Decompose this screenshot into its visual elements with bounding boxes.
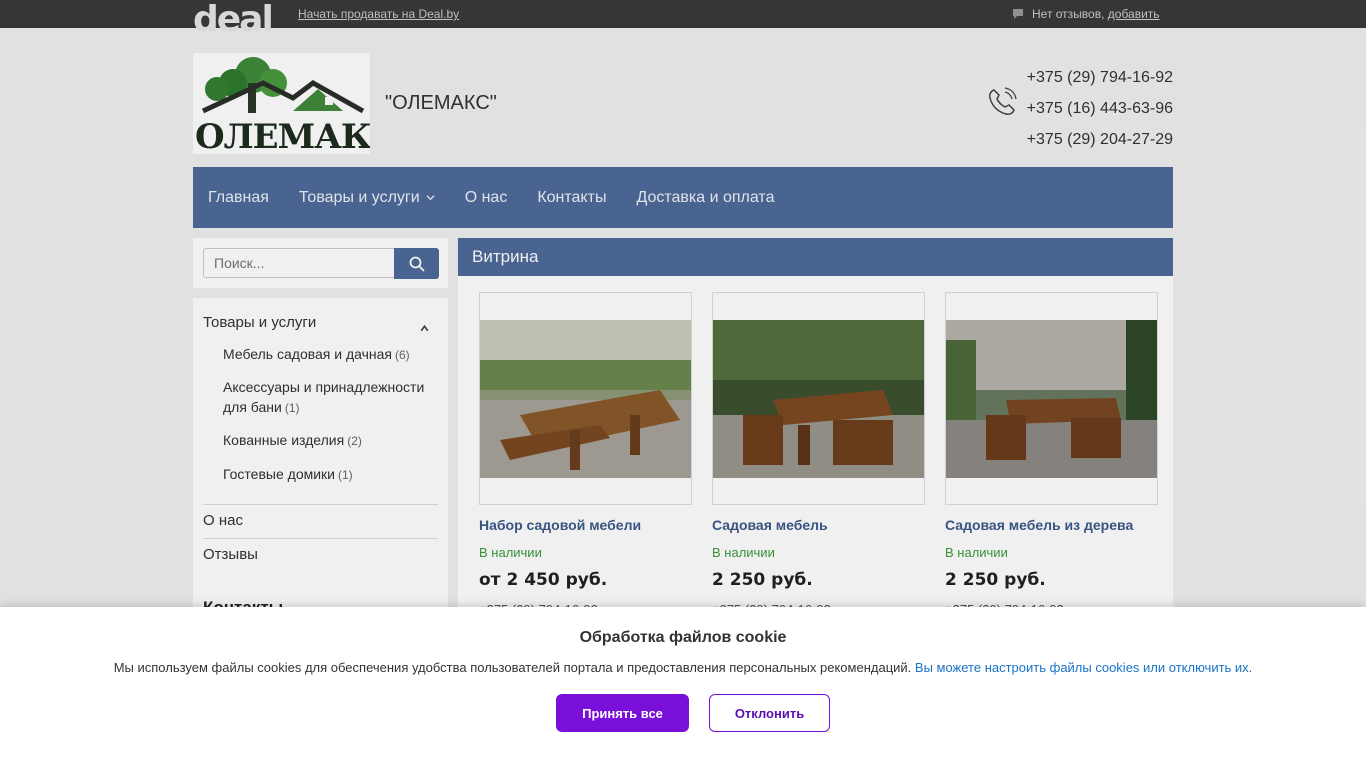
nav-item-delivery[interactable]: Доставка и оплата [621,167,789,228]
search-icon [409,256,425,272]
showcase-title: Витрина [458,238,1173,276]
sidebar-subitem-guest-houses[interactable]: Гостевые домики (1) [223,464,433,485]
review-icon [1013,9,1023,19]
product-card[interactable]: Садовая мебель В наличии 2 250 руб. +375… [712,292,925,617]
divider [203,504,438,505]
phone-list: +375 (29) 794-16-92 +375 (16) 443-63-96 … [1027,62,1173,155]
product-image[interactable] [712,292,925,505]
stock-status: В наличии [712,545,775,560]
search-input[interactable] [203,248,395,278]
logo-text: ОЛЕМАКС [195,117,370,154]
cookie-settings-link[interactable]: Вы можете настроить файлы cookies или от… [915,660,1252,675]
product-photo [713,320,924,478]
company-logo[interactable]: ОЛЕМАКС [193,53,370,154]
cookie-banner: Обработка файлов cookie Мы используем фа… [0,607,1366,768]
phone-number[interactable]: +375 (29) 204-27-29 [1027,124,1173,155]
sidebar-subitem-garden-furniture[interactable]: Мебель садовая и дачная (6) [223,344,433,365]
sidebar: Товары и услуги Мебель садовая и дачная(… [193,298,448,638]
cookie-text: Мы используем файлы cookies для обеспече… [113,660,1253,675]
accept-all-button[interactable]: Принять все [556,694,689,732]
decline-button[interactable]: Отклонить [709,694,830,732]
nav-item-about[interactable]: О нас [450,167,523,228]
search-box [193,238,448,288]
product-card[interactable]: Набор садовой мебели В наличии от 2 450 … [479,292,692,617]
top-bar: deal Начать продавать на Deal.by Нет отз… [0,0,1366,40]
sidebar-subitem-forged-items[interactable]: Кованные изделия (2) [223,430,433,451]
product-image[interactable] [479,292,692,505]
product-name[interactable]: Набор садовой мебели [479,517,692,533]
main-nav: Главная Товары и услуги О нас Контакты Д… [193,167,1173,228]
chevron-up-icon[interactable] [419,323,430,334]
phone-number[interactable]: +375 (16) 443-63-96 [1027,93,1173,124]
product-price: 2 250 руб. [712,570,813,590]
product-price: 2 250 руб. [945,570,1046,590]
stock-status: В наличии [479,545,542,560]
product-name[interactable]: Садовая мебель [712,517,925,533]
nav-item-home[interactable]: Главная [193,167,284,228]
phone-number[interactable]: +375 (29) 794-16-92 [1027,62,1173,93]
stock-status: В наличии [945,545,1008,560]
search-button[interactable] [394,248,439,279]
product-photo [480,320,691,478]
sidebar-category-products[interactable]: Товары и услуги [203,314,316,331]
reviews-text: Нет отзывов, [1032,7,1105,21]
product-card[interactable]: Садовая мебель из дерева В наличии 2 250… [945,292,1158,617]
sidebar-subitem-bath-accessories[interactable]: Аксессуары и принадлежности для бани (1) [223,377,433,418]
phone-icon [989,87,1017,115]
showcase: Витрина Набор садовой мебели В наличии о… [458,238,1173,638]
divider [203,538,438,539]
add-review-link[interactable]: добавить [1108,7,1160,21]
nav-item-contacts[interactable]: Контакты [522,167,621,228]
deal-logo[interactable]: deal [193,0,274,40]
product-name[interactable]: Садовая мебель из дерева [945,517,1158,533]
product-photo [946,320,1157,478]
product-price: от 2 450 руб. [479,570,608,590]
chevron-down-icon [426,195,435,201]
cookie-title: Обработка файлов cookie [579,629,787,646]
sidebar-item-about[interactable]: О нас [203,512,243,529]
start-selling-link[interactable]: Начать продавать на Deal.by [298,7,459,21]
sidebar-item-reviews[interactable]: Отзывы [203,546,258,563]
reviews-info: Нет отзывов, добавить [1012,7,1160,21]
product-image[interactable] [945,292,1158,505]
company-name: "ОЛЕМАКС" [385,92,497,114]
nav-item-products[interactable]: Товары и услуги [284,167,450,228]
